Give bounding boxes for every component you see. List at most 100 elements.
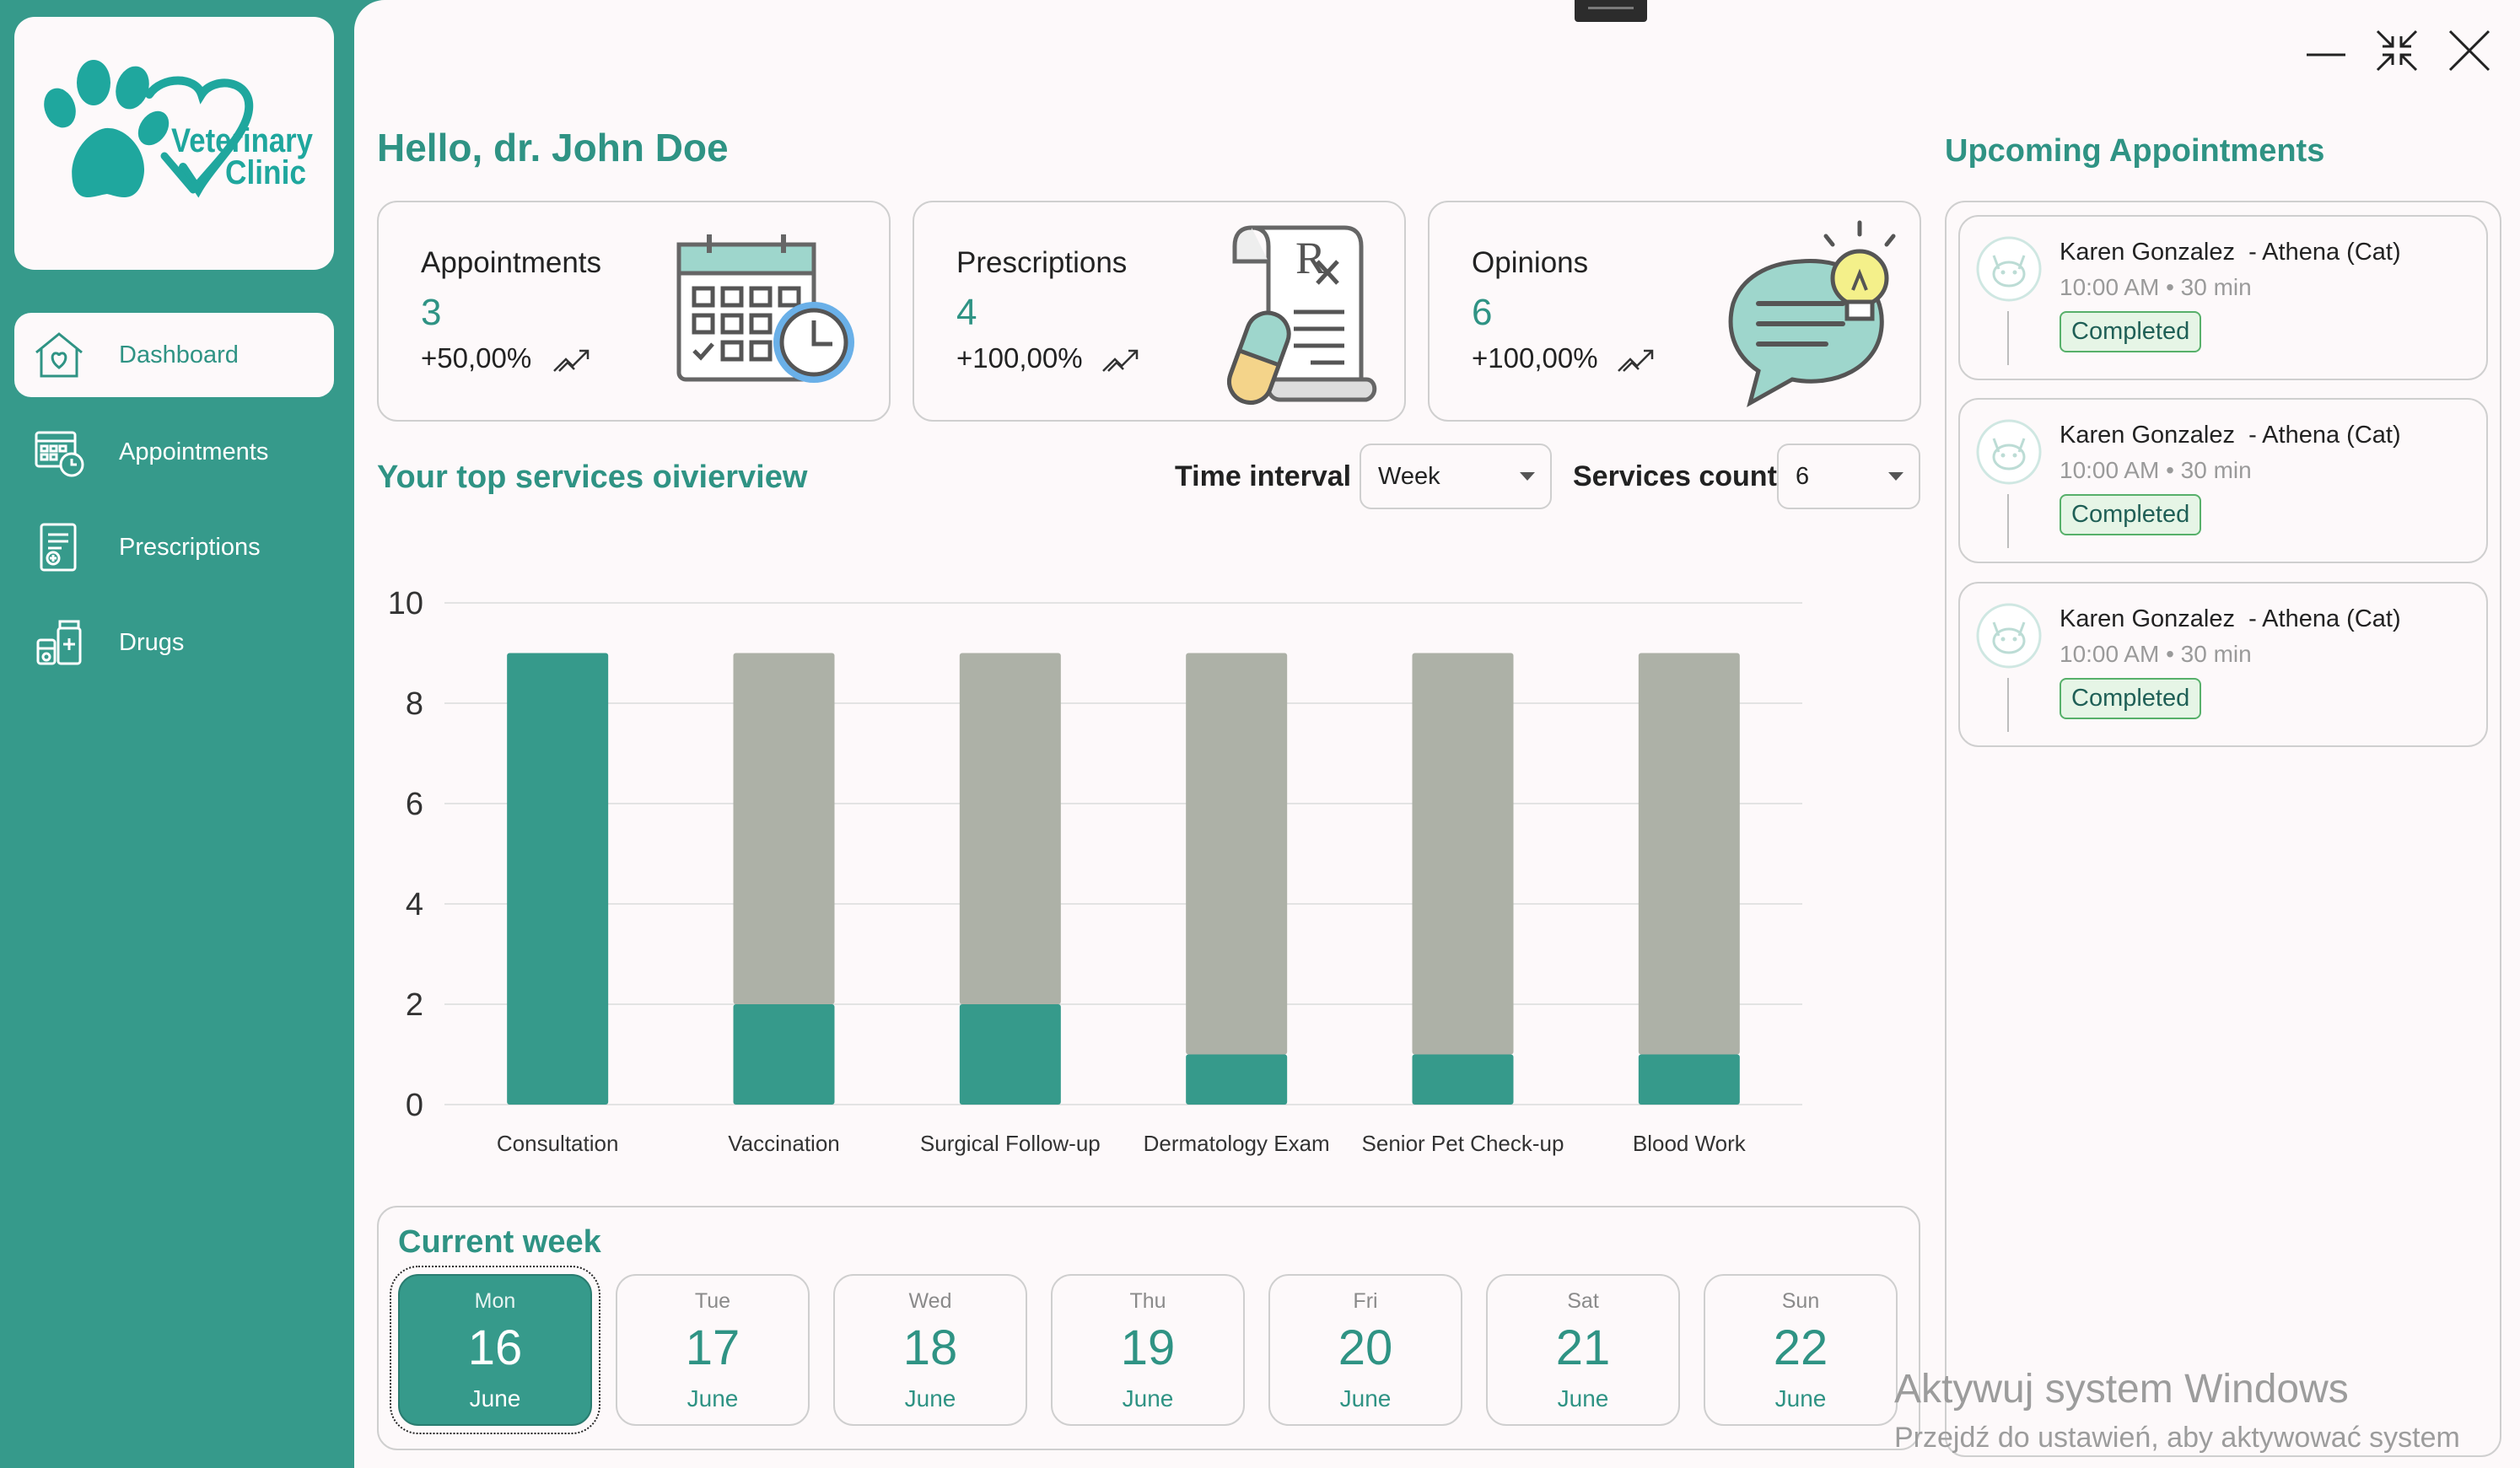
appointment-time: 10:00 AM • 30 min: [2060, 457, 2252, 483]
window-drag-handle[interactable]: [1575, 0, 1647, 22]
trend-up-icon: [553, 349, 590, 372]
day-number: 20: [1338, 1320, 1393, 1375]
sidebar-item-label: Appointments: [119, 438, 269, 465]
bar-segment-primary[interactable]: [1412, 1054, 1514, 1105]
bar-segment-primary[interactable]: [1638, 1054, 1740, 1105]
upcoming-title: Upcoming Appointments: [1945, 133, 2325, 169]
logo-line2: Clinic: [225, 154, 306, 191]
clinic-logo: Veterinary Clinic: [14, 17, 334, 270]
bar-segment-primary[interactable]: [959, 1004, 1061, 1105]
x-tick-label: Consultation: [497, 1131, 619, 1156]
appointment-card[interactable]: Karen Gonzalez - Athena (Cat) 10:00 AM • …: [1958, 398, 2488, 563]
sidebar-item-label: Dashboard: [119, 341, 239, 368]
sidebar-item-dashboard[interactable]: Dashboard: [14, 313, 334, 397]
y-tick-label: 10: [388, 586, 423, 621]
svg-text:R: R: [1295, 233, 1326, 283]
bar-segment-primary[interactable]: [733, 1004, 835, 1105]
timeline-line: [2007, 494, 2009, 548]
pet-avatar-icon: [1976, 419, 2042, 485]
sidebar-item-drugs[interactable]: Drugs: [14, 600, 334, 685]
sidebar-item-appointments[interactable]: Appointments: [14, 410, 334, 494]
stat-value: 6: [1472, 292, 1493, 333]
day-number: 19: [1120, 1320, 1176, 1375]
appointment-card[interactable]: Karen Gonzalez - Athena (Cat) 10:00 AM • …: [1958, 582, 2488, 747]
day-month: June: [1557, 1385, 1609, 1412]
services-count-label: Services count: [1573, 460, 1777, 492]
day-number: 22: [1773, 1320, 1828, 1375]
windows-activation-title: Aktywuj system Windows: [1894, 1367, 2349, 1412]
x-tick-label: Vaccination: [728, 1131, 840, 1156]
day-wed[interactable]: Wed 18 June: [833, 1274, 1027, 1426]
day-name: Tue: [694, 1289, 731, 1313]
day-number: 18: [902, 1320, 958, 1375]
services-count-select[interactable]: 6: [1777, 444, 1920, 509]
day-name: Mon: [474, 1289, 516, 1313]
day-thu[interactable]: Thu 19 June: [1051, 1274, 1245, 1426]
day-month: June: [904, 1385, 956, 1412]
top-services-chart: 0 2 4 6 8 10 Consultation Vaccination Surgical F…: [388, 586, 1802, 1156]
stat-card-appointments: Appointments 3 +50,00%: [377, 201, 891, 422]
pet-avatar-icon: [1976, 603, 2042, 669]
trend-up-icon: [1102, 349, 1139, 372]
sidebar-item-label: Prescriptions: [119, 533, 261, 561]
stat-card-prescriptions: Prescriptions 4 +100,00% R: [913, 201, 1406, 422]
sidebar-item-prescriptions[interactable]: Prescriptions: [14, 505, 334, 589]
appointment-card[interactable]: Karen Gonzalez - Athena (Cat) 10:00 AM • …: [1958, 215, 2488, 380]
day-month: June: [1774, 1385, 1827, 1412]
day-sat[interactable]: Sat 21 June: [1486, 1274, 1680, 1426]
stat-title: Appointments: [421, 246, 602, 279]
close-icon[interactable]: [2444, 25, 2495, 76]
bar-segment-remainder[interactable]: [1638, 653, 1740, 1055]
calendar-clock-icon: [30, 422, 89, 481]
chevron-down-icon: [1520, 472, 1535, 481]
bar-segment-remainder[interactable]: [1412, 653, 1514, 1055]
appointment-client: Karen Gonzalez - Athena (Cat): [2060, 422, 2401, 449]
time-interval-select[interactable]: Week: [1360, 444, 1552, 509]
status-badge: Completed: [2060, 311, 2202, 352]
status-badge: Completed: [2060, 494, 2202, 535]
stat-title: Prescriptions: [956, 246, 1128, 279]
medicine-bottles-icon: [30, 613, 89, 672]
house-heart-icon: [30, 325, 89, 384]
sidebar: Veterinary Clinic Dashboard Appointments: [0, 0, 354, 1468]
sidebar-item-label: Drugs: [119, 628, 185, 656]
day-sun[interactable]: Sun 22 June: [1704, 1274, 1898, 1426]
y-tick-label: 6: [406, 787, 423, 822]
bar-segment-primary[interactable]: [507, 653, 609, 1105]
prescription-illustration: R: [1227, 225, 1377, 405]
stat-card-opinions: Opinions 6 +100,00%: [1428, 201, 1921, 422]
day-mon[interactable]: Mon 16 June: [390, 1266, 600, 1434]
pet-avatar-icon: [1976, 236, 2042, 302]
restore-icon[interactable]: [2372, 25, 2422, 76]
day-month: June: [1122, 1385, 1174, 1412]
services-title: Your top services oivierview: [377, 460, 808, 495]
day-month: June: [1339, 1385, 1392, 1412]
chevron-down-icon: [1888, 472, 1903, 481]
bar-segment-remainder[interactable]: [959, 653, 1061, 1005]
y-tick-label: 0: [406, 1088, 423, 1123]
day-name: Thu: [1129, 1289, 1166, 1313]
current-week-title: Current week: [398, 1224, 601, 1260]
day-fri[interactable]: Fri 20 June: [1268, 1274, 1462, 1426]
day-month: June: [687, 1385, 739, 1412]
y-tick-label: 2: [406, 987, 423, 1023]
stat-change: +50,00%: [421, 342, 532, 374]
timeline-line: [2007, 311, 2009, 365]
stat-value: 4: [956, 292, 977, 333]
x-tick-label: Surgical Follow-up: [920, 1131, 1101, 1156]
y-tick-label: 8: [406, 686, 423, 722]
day-tue[interactable]: Tue 17 June: [616, 1274, 810, 1426]
bar-segment-primary[interactable]: [1186, 1054, 1288, 1105]
appointment-time: 10:00 AM • 30 min: [2060, 274, 2252, 300]
time-interval-label: Time interval: [1175, 460, 1352, 492]
time-interval-value: Week: [1378, 462, 1440, 490]
timeline-line: [2007, 678, 2009, 732]
day-name: Sun: [1781, 1289, 1820, 1313]
minimize-icon[interactable]: [2301, 25, 2351, 76]
stat-change: +100,00%: [1472, 342, 1598, 374]
trend-up-icon: [1618, 349, 1654, 372]
bar-segment-remainder[interactable]: [733, 653, 835, 1005]
bar-segment-remainder[interactable]: [1186, 653, 1288, 1055]
x-tick-label: Blood Work: [1633, 1131, 1747, 1156]
day-number: 16: [467, 1320, 523, 1375]
